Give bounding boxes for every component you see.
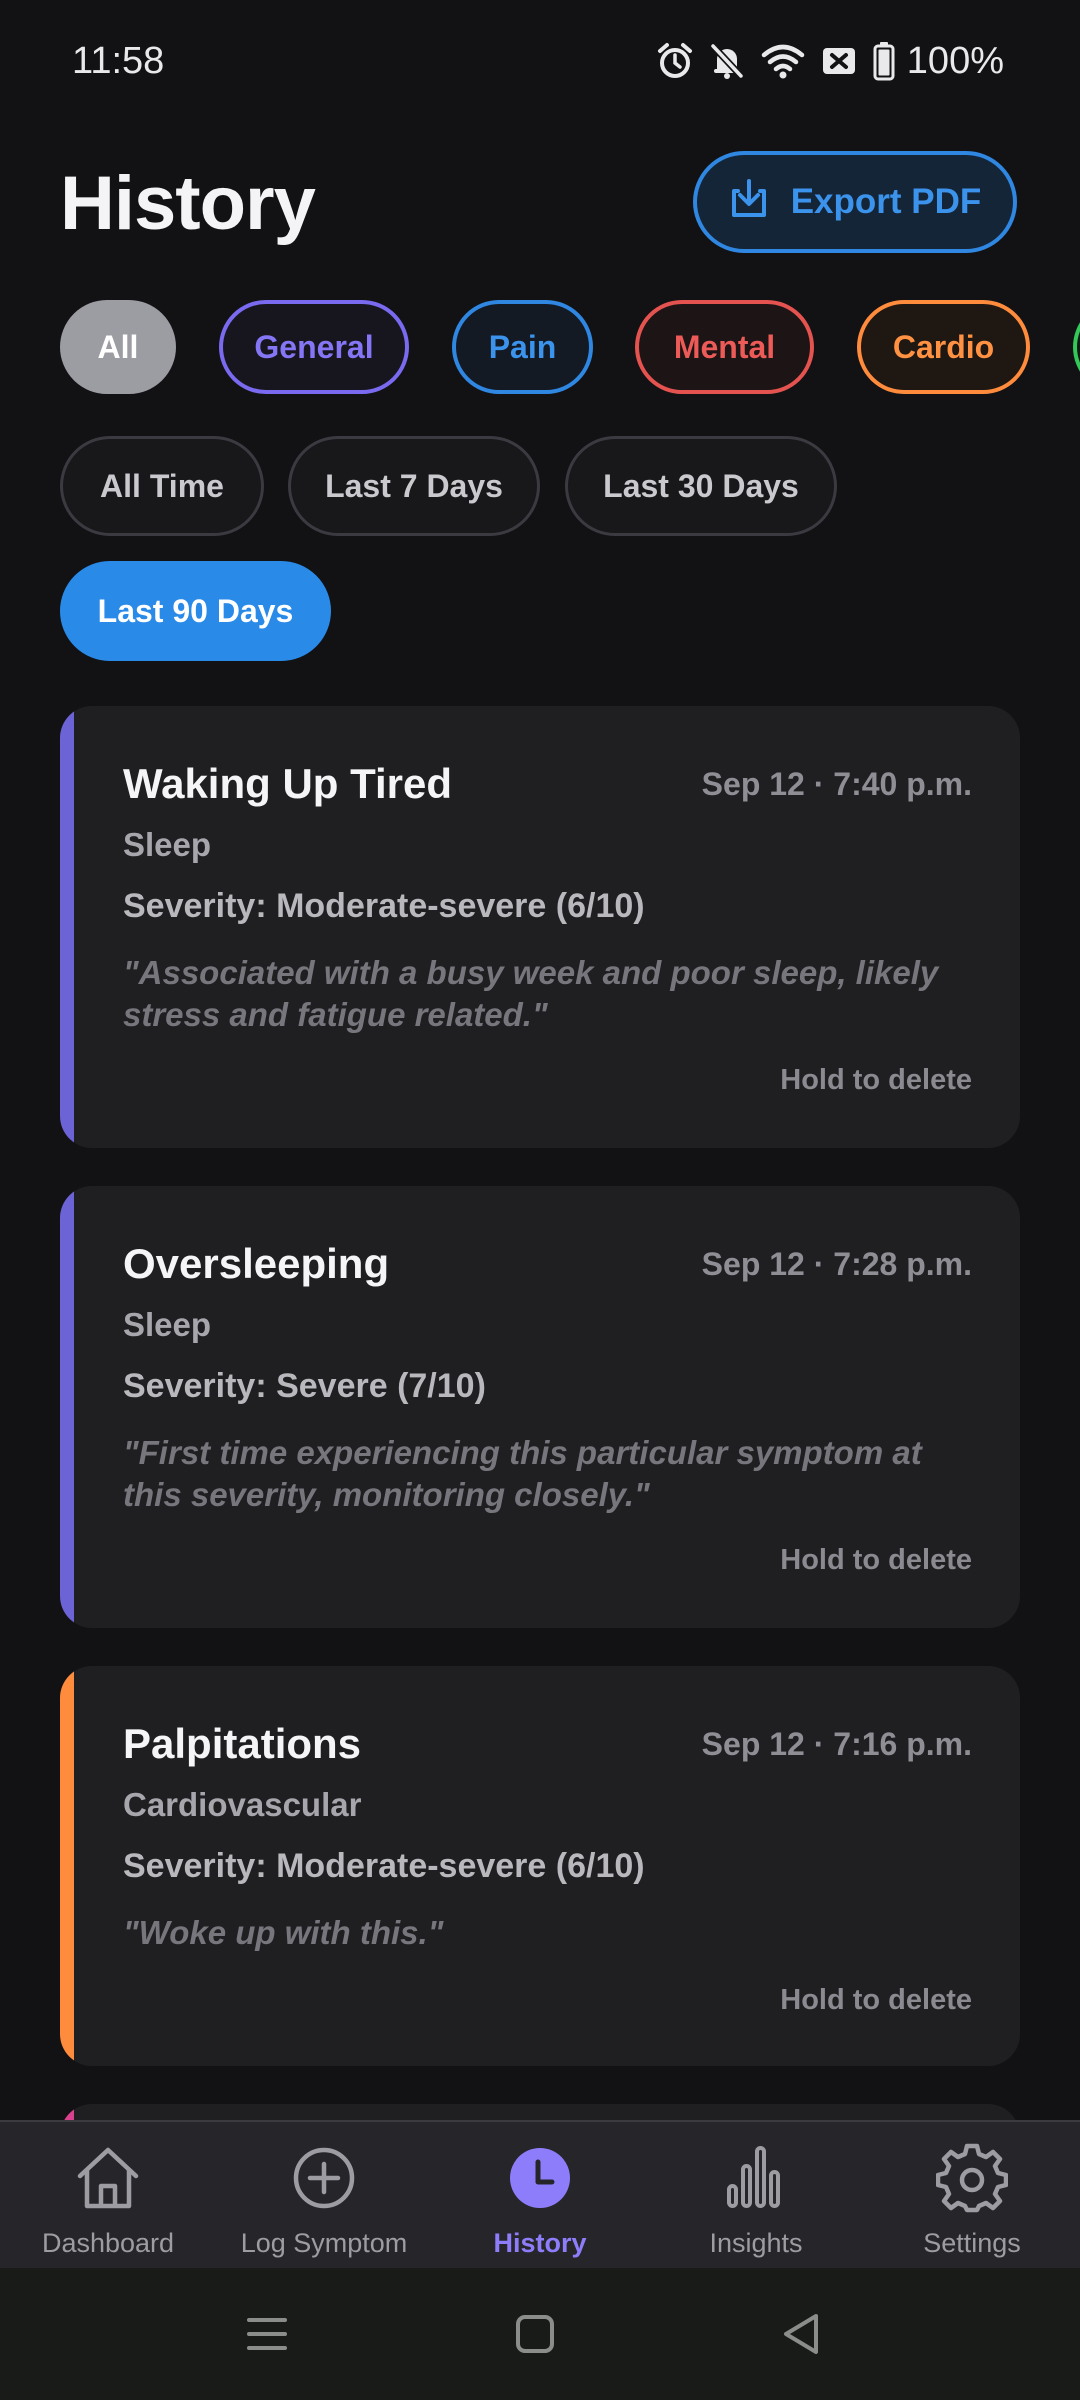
entry-title: Waking Up Tired xyxy=(123,760,453,807)
bottom-navigation: Dashboard Log Symptom History Insights S… xyxy=(0,2120,1080,2268)
add-circle-icon xyxy=(288,2142,360,2214)
alarm-icon xyxy=(657,42,693,80)
clock-icon xyxy=(504,2142,576,2214)
nav-label: Settings xyxy=(923,2228,1021,2258)
export-pdf-button[interactable]: Export PDF xyxy=(693,151,1017,253)
hold-to-delete-hint: Hold to delete xyxy=(780,1064,972,1096)
home-icon xyxy=(72,2142,144,2214)
time-filter-last-7-days[interactable]: Last 7 Days xyxy=(288,436,540,536)
entry-title: Palpitations xyxy=(123,1720,362,1767)
time-filter-last-90-days[interactable]: Last 90 Days xyxy=(60,561,331,661)
history-entry-card[interactable]: Palpitations Sep 12 · 7:16 p.m. Cardiova… xyxy=(60,1666,1020,2066)
hold-to-delete-hint: Hold to delete xyxy=(780,1544,972,1576)
page-title: History xyxy=(60,161,316,246)
category-chip-general[interactable]: General xyxy=(219,300,409,394)
nav-insights[interactable]: Insights xyxy=(648,2122,864,2270)
nav-label: Dashboard xyxy=(41,2228,175,2258)
bar-chart-icon xyxy=(720,2142,792,2214)
category-chip-cardio[interactable]: Cardio xyxy=(857,300,1030,394)
nav-label: Insights xyxy=(709,2228,803,2258)
category-color-stripe xyxy=(60,1186,74,1628)
entry-severity: Severity: Severe (7/10) xyxy=(123,1367,486,1405)
history-entry-card[interactable]: Oversleeping Sep 12 · 7:28 p.m. Sleep Se… xyxy=(60,1186,1020,1628)
category-chip-pain[interactable]: Pain xyxy=(452,300,593,394)
category-chip-mental[interactable]: Mental xyxy=(635,300,814,394)
entry-note: "Woke up with this." xyxy=(123,1914,444,1951)
category-filter-row: All General Pain Mental Cardio xyxy=(60,300,1080,394)
category-color-stripe xyxy=(60,1666,74,2066)
entry-category: Sleep xyxy=(123,826,212,863)
history-screen: 11:58 100% History Export PDF All Genera… xyxy=(0,0,1080,2400)
entry-date: Sep 12 · 7:16 p.m. xyxy=(701,1726,972,1762)
hold-to-delete-hint: Hold to delete xyxy=(780,1984,972,2016)
category-color-stripe xyxy=(60,706,74,1148)
nav-history[interactable]: History xyxy=(432,2122,648,2270)
category-chip-partial[interactable] xyxy=(1073,300,1080,394)
status-icons: 100% xyxy=(657,38,1004,84)
recent-apps-icon[interactable] xyxy=(237,2304,297,2364)
entry-category: Sleep xyxy=(123,1306,212,1343)
entry-title: Oversleeping xyxy=(123,1240,390,1287)
back-icon[interactable] xyxy=(772,2304,832,2364)
home-button-icon[interactable] xyxy=(505,2304,565,2364)
system-navigation-bar xyxy=(0,2268,1080,2400)
entry-date: Sep 12 · 7:40 p.m. xyxy=(701,766,972,802)
nav-label: Log Symptom xyxy=(240,2228,408,2258)
entry-date: Sep 12 · 7:28 p.m. xyxy=(701,1246,972,1282)
entry-severity: Severity: Moderate-severe (6/10) xyxy=(123,1847,645,1885)
nav-log-symptom[interactable]: Log Symptom xyxy=(216,2122,432,2270)
export-pdf-label: Export PDF xyxy=(790,182,982,221)
nav-dashboard[interactable]: Dashboard xyxy=(0,2122,216,2270)
mute-icon xyxy=(709,42,745,80)
status-bar: 11:58 100% xyxy=(0,0,1080,124)
status-time: 11:58 xyxy=(72,40,165,82)
download-icon xyxy=(729,177,769,228)
entry-note: "First time experiencing this particular… xyxy=(123,1434,922,1513)
entry-note: "Associated with a busy week and poor sl… xyxy=(123,954,939,1033)
history-entry-card[interactable]: Waking Up Tired Sep 12 · 7:40 p.m. Sleep… xyxy=(60,706,1020,1148)
entry-category: Cardiovascular xyxy=(123,1786,362,1823)
entry-severity: Severity: Moderate-severe (6/10) xyxy=(123,887,645,925)
no-sim-icon xyxy=(821,44,857,78)
nav-settings[interactable]: Settings xyxy=(864,2122,1080,2270)
time-filter-all-time[interactable]: All Time xyxy=(60,436,264,536)
battery-icon xyxy=(873,41,895,81)
time-filter-last-30-days[interactable]: Last 30 Days xyxy=(565,436,837,536)
gear-icon xyxy=(935,2142,1009,2214)
wifi-icon xyxy=(761,43,805,79)
nav-label: History xyxy=(493,2228,587,2258)
category-chip-all[interactable]: All xyxy=(60,300,176,394)
battery-percent: 100% xyxy=(906,39,1004,82)
